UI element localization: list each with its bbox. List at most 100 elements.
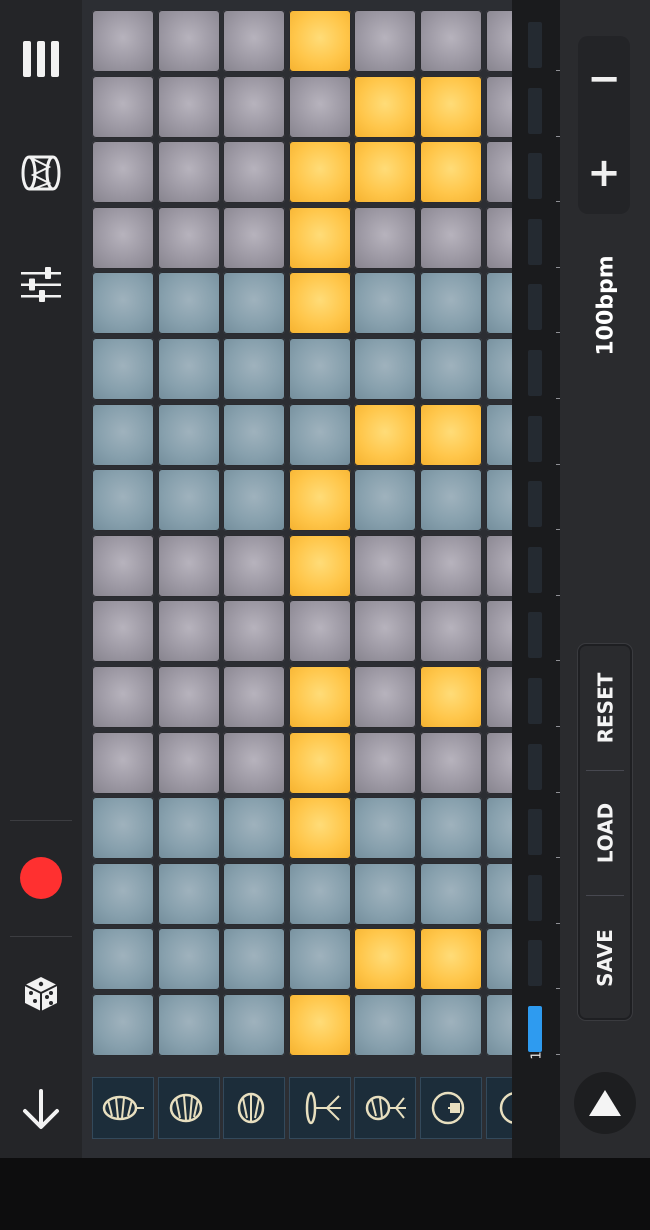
pad-r9-c6[interactable] [420,534,482,597]
pad-r15-c4[interactable] [288,928,351,991]
pad-r8-c7[interactable] [485,469,512,532]
mixer-button[interactable] [8,252,74,318]
pad-r2-c6[interactable] [420,75,482,138]
pad-r6-c3[interactable] [223,338,286,400]
pad-r11-c3[interactable] [223,666,286,728]
pad-r9-c3[interactable] [223,534,286,597]
instrument-selector-3[interactable] [223,1077,286,1139]
pad-r6-c4[interactable] [288,338,351,400]
pad-r9-c7[interactable] [485,534,512,597]
pad-r1-c5[interactable] [354,10,417,72]
pad-r9-c4[interactable] [288,534,351,597]
pad-r10-c4[interactable] [288,600,351,663]
pad-r15-c6[interactable] [420,928,482,991]
pad-r5-c1[interactable] [92,272,154,335]
pad-r10-c6[interactable] [420,600,482,663]
pad-r3-c2[interactable] [157,141,220,204]
pad-r13-c6[interactable] [420,797,482,860]
pad-r7-c2[interactable] [157,403,220,466]
pad-r3-c3[interactable] [223,141,286,204]
pad-r1-c6[interactable] [420,10,482,72]
pad-r13-c3[interactable] [223,797,286,860]
pad-r10-c1[interactable] [92,600,154,663]
pad-r2-c4[interactable] [288,75,351,138]
pad-r16-c2[interactable] [157,994,220,1056]
pad-r7-c7[interactable] [485,403,512,466]
pad-r12-c6[interactable] [420,731,482,794]
pad-r12-c3[interactable] [223,731,286,794]
pad-r11-c1[interactable] [92,666,154,728]
pad-r5-c3[interactable] [223,272,286,335]
pad-r11-c4[interactable] [288,666,351,728]
pad-r7-c3[interactable] [223,403,286,466]
pad-r16-c5[interactable] [354,994,417,1056]
pad-r8-c2[interactable] [157,469,220,532]
pad-r16-c1[interactable] [92,994,154,1056]
pad-r3-c7[interactable] [485,141,512,204]
pad-r9-c5[interactable] [354,534,417,597]
play-button[interactable] [574,1072,636,1134]
pad-r4-c6[interactable] [420,206,482,269]
instrument-selector-1[interactable] [92,1077,154,1139]
instrument-selector-4[interactable] [288,1077,351,1139]
pad-r13-c4[interactable] [288,797,351,860]
pad-r5-c5[interactable] [354,272,417,335]
pad-r2-c7[interactable] [485,75,512,138]
pad-r16-c7[interactable] [485,994,512,1056]
pad-r2-c5[interactable] [354,75,417,138]
randomize-button[interactable] [8,960,74,1026]
menu-button[interactable] [8,26,74,92]
reset-button[interactable]: RESET [580,646,630,770]
pad-r7-c4[interactable] [288,403,351,466]
pad-r15-c3[interactable] [223,928,286,991]
pad-r12-c7[interactable] [485,731,512,794]
pad-r8-c1[interactable] [92,469,154,532]
pad-r15-c1[interactable] [92,928,154,991]
pad-r6-c2[interactable] [157,338,220,400]
pad-r5-c6[interactable] [420,272,482,335]
record-button[interactable] [8,845,74,911]
pad-r12-c4[interactable] [288,731,351,794]
pad-r12-c2[interactable] [157,731,220,794]
pad-r5-c4[interactable] [288,272,351,335]
pad-r10-c5[interactable] [354,600,417,663]
pad-r11-c2[interactable] [157,666,220,728]
pad-r4-c1[interactable] [92,206,154,269]
pad-r4-c3[interactable] [223,206,286,269]
pad-r4-c5[interactable] [354,206,417,269]
instrument-selector-7[interactable] [485,1077,512,1139]
pad-r9-c1[interactable] [92,534,154,597]
pad-r14-c6[interactable] [420,862,482,925]
pad-r16-c6[interactable] [420,994,482,1056]
pad-r8-c6[interactable] [420,469,482,532]
save-button[interactable]: SAVE [580,896,630,1020]
bpm-decrease-button[interactable]: − [578,44,630,114]
pad-r7-c6[interactable] [420,403,482,466]
pad-r15-c7[interactable] [485,928,512,991]
pad-r8-c5[interactable] [354,469,417,532]
pad-r6-c5[interactable] [354,338,417,400]
pad-r14-c1[interactable] [92,862,154,925]
pad-r4-c4[interactable] [288,206,351,269]
pad-r12-c1[interactable] [92,731,154,794]
pad-r5-c2[interactable] [157,272,220,335]
pad-r1-c2[interactable] [157,10,220,72]
pad-r7-c1[interactable] [92,403,154,466]
bpm-increase-button[interactable]: + [578,138,630,208]
pad-r1-c7[interactable] [485,10,512,72]
load-button[interactable]: LOAD [580,771,630,895]
pad-r10-c2[interactable] [157,600,220,663]
pad-r5-c7[interactable] [485,272,512,335]
pad-r4-c2[interactable] [157,206,220,269]
pad-r3-c4[interactable] [288,141,351,204]
pad-r1-c4[interactable] [288,10,351,72]
pad-r16-c3[interactable] [223,994,286,1056]
pad-r11-c7[interactable] [485,666,512,728]
pad-r3-c1[interactable] [92,141,154,204]
pad-r13-c5[interactable] [354,797,417,860]
pad-r11-c6[interactable] [420,666,482,728]
collapse-button[interactable] [8,1076,74,1142]
pad-r8-c3[interactable] [223,469,286,532]
pad-r6-c6[interactable] [420,338,482,400]
pad-r8-c4[interactable] [288,469,351,532]
